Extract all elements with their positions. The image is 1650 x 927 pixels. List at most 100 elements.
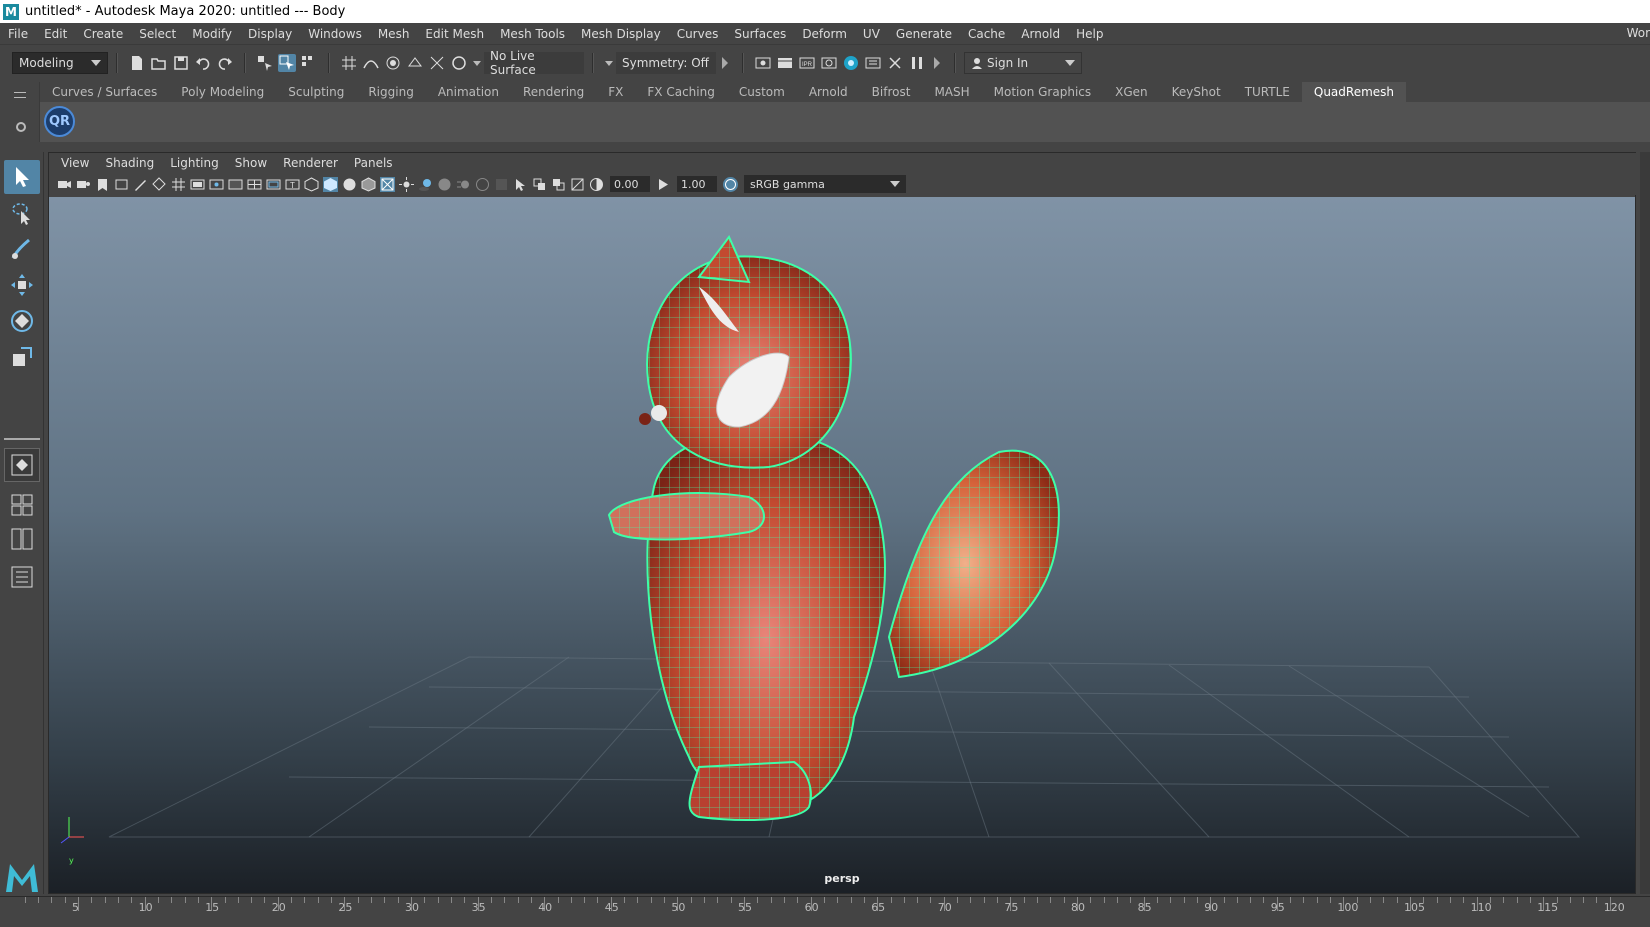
panel-menu-view[interactable]: View <box>53 156 97 170</box>
expand-arrow-icon[interactable] <box>934 57 940 69</box>
menu-generate[interactable]: Generate <box>888 27 960 41</box>
wireframe-on-shaded-icon[interactable] <box>361 176 376 192</box>
menu-create[interactable]: Create <box>75 27 131 41</box>
exposure-field[interactable]: 0.00 <box>610 176 650 192</box>
safe-action-icon[interactable] <box>266 177 281 192</box>
panel-menu-panels[interactable]: Panels <box>346 156 401 170</box>
shelf-tab-arnold[interactable]: Arnold <box>796 82 860 102</box>
gear-icon[interactable] <box>16 122 26 132</box>
shadows-icon[interactable] <box>418 177 433 192</box>
sign-in-dropdown[interactable]: Sign In <box>964 52 1082 74</box>
lights-icon[interactable] <box>399 176 414 192</box>
symmetry-field[interactable]: Symmetry: Off <box>616 52 716 74</box>
xray-icon[interactable] <box>380 176 395 192</box>
exposure-icon[interactable] <box>589 177 604 192</box>
isolate-select-icon[interactable] <box>513 177 528 192</box>
chevron-down-icon[interactable] <box>604 54 614 72</box>
grease-pencil-icon[interactable] <box>133 177 148 192</box>
pause-icon[interactable] <box>908 54 926 72</box>
menu-select[interactable]: Select <box>131 27 184 41</box>
lasso-tool-icon[interactable] <box>4 196 40 230</box>
scale-tool-icon[interactable] <box>4 340 40 374</box>
resolution-gate-icon[interactable] <box>209 177 224 192</box>
save-scene-icon[interactable] <box>172 54 190 72</box>
live-surface-field[interactable]: No Live Surface <box>484 49 584 77</box>
default-material-icon[interactable] <box>342 177 357 192</box>
shelf-tab-keyshot[interactable]: KeyShot <box>1159 82 1233 102</box>
menu-uv[interactable]: UV <box>855 27 888 41</box>
hypershade-icon[interactable] <box>842 54 860 72</box>
select-tool-icon[interactable] <box>4 160 40 194</box>
snap-view-plane-icon[interactable] <box>406 54 424 72</box>
ambient-occlusion-icon[interactable] <box>437 177 452 192</box>
chevron-down-icon[interactable] <box>472 54 482 72</box>
menu-edit[interactable]: Edit <box>36 27 75 41</box>
panel-menu-lighting[interactable]: Lighting <box>162 156 227 170</box>
shelf-tab-turtle[interactable]: TURTLE <box>1232 82 1302 102</box>
menu-help[interactable]: Help <box>1068 27 1111 41</box>
shelf-tab-fx[interactable]: FX <box>596 82 636 102</box>
shelf-tab-rendering[interactable]: Rendering <box>511 82 597 102</box>
field-chart-icon[interactable] <box>247 177 262 192</box>
perspective-viewport[interactable]: y persp <box>49 197 1635 893</box>
menu-cache[interactable]: Cache <box>960 27 1013 41</box>
render-settings-icon[interactable] <box>820 54 838 72</box>
menu-edit-mesh[interactable]: Edit Mesh <box>417 27 492 41</box>
panel-menu-show[interactable]: Show <box>227 156 275 170</box>
shelf-tab-curves-surfaces[interactable]: Curves / Surfaces <box>40 82 170 102</box>
view-transform-dropdown[interactable]: sRGB gamma <box>744 175 906 193</box>
shelf-tab-rigging[interactable]: Rigging <box>356 82 426 102</box>
gamma-field[interactable]: 1.00 <box>677 176 717 192</box>
menu-deform[interactable]: Deform <box>794 27 855 41</box>
expand-arrow-icon[interactable] <box>722 57 728 69</box>
menu-file[interactable]: File <box>0 27 36 41</box>
camera-attributes-icon[interactable] <box>76 177 91 192</box>
quadremesh-shelf-button[interactable]: QR <box>44 106 75 137</box>
ipr-render-icon[interactable]: IPR <box>798 54 816 72</box>
snap-curve-icon[interactable] <box>362 54 380 72</box>
make-live-icon[interactable] <box>450 54 468 72</box>
single-perspective-layout-icon[interactable] <box>4 448 40 482</box>
menu-surfaces[interactable]: Surfaces <box>726 27 794 41</box>
wireframe-grid-icon[interactable] <box>171 177 186 192</box>
select-hierarchy-icon[interactable] <box>256 54 274 72</box>
move-tool-icon[interactable] <box>4 268 40 302</box>
film-gate-icon[interactable] <box>190 177 205 192</box>
menu-mesh-tools[interactable]: Mesh Tools <box>492 27 573 41</box>
snap-live-icon[interactable] <box>428 54 446 72</box>
menu-arnold[interactable]: Arnold <box>1013 27 1068 41</box>
wireframe-shading-icon[interactable] <box>304 176 319 192</box>
shelf-tab-xgen[interactable]: XGen <box>1103 82 1160 102</box>
paint-select-tool-icon[interactable] <box>4 232 40 266</box>
panel-menu-shading[interactable]: Shading <box>97 156 162 170</box>
menu-curves[interactable]: Curves <box>669 27 727 41</box>
select-component-icon[interactable] <box>300 54 318 72</box>
gate-mask-icon[interactable] <box>228 177 243 192</box>
shelf-tab-quadremesh[interactable]: QuadRemesh <box>1301 82 1407 102</box>
gamma-icon[interactable] <box>656 177 671 192</box>
menu-set-dropdown[interactable]: Modeling <box>12 52 108 74</box>
depth-of-field-icon[interactable] <box>494 177 509 192</box>
rotate-tool-icon[interactable] <box>4 304 40 338</box>
snap-grid-icon[interactable] <box>340 54 358 72</box>
light-editor-icon[interactable] <box>886 54 904 72</box>
two-view-layout-icon[interactable] <box>4 522 40 556</box>
redo-icon[interactable] <box>216 54 234 72</box>
snap-point-icon[interactable] <box>384 54 402 72</box>
image-plane-icon[interactable] <box>114 177 129 192</box>
isolate-icon[interactable] <box>152 176 167 192</box>
color-management-icon[interactable] <box>723 176 738 192</box>
menu-mesh-display[interactable]: Mesh Display <box>573 27 669 41</box>
shelf-tab-motion-graphics[interactable]: Motion Graphics <box>981 82 1104 102</box>
shelf-tab-fx-caching[interactable]: FX Caching <box>635 82 727 102</box>
menu-windows[interactable]: Windows <box>300 27 370 41</box>
render-setup-icon[interactable] <box>864 54 882 72</box>
render-frame-icon[interactable] <box>776 54 794 72</box>
shelf-tab-sculpting[interactable]: Sculpting <box>276 82 357 102</box>
xray-joints-icon[interactable] <box>532 177 547 192</box>
four-view-layout-icon[interactable] <box>4 488 40 522</box>
select-object-icon[interactable] <box>278 54 296 72</box>
shelf-tab-animation[interactable]: Animation <box>425 82 511 102</box>
menu-modify[interactable]: Modify <box>184 27 240 41</box>
shelf-tab-bifrost[interactable]: Bifrost <box>859 82 923 102</box>
